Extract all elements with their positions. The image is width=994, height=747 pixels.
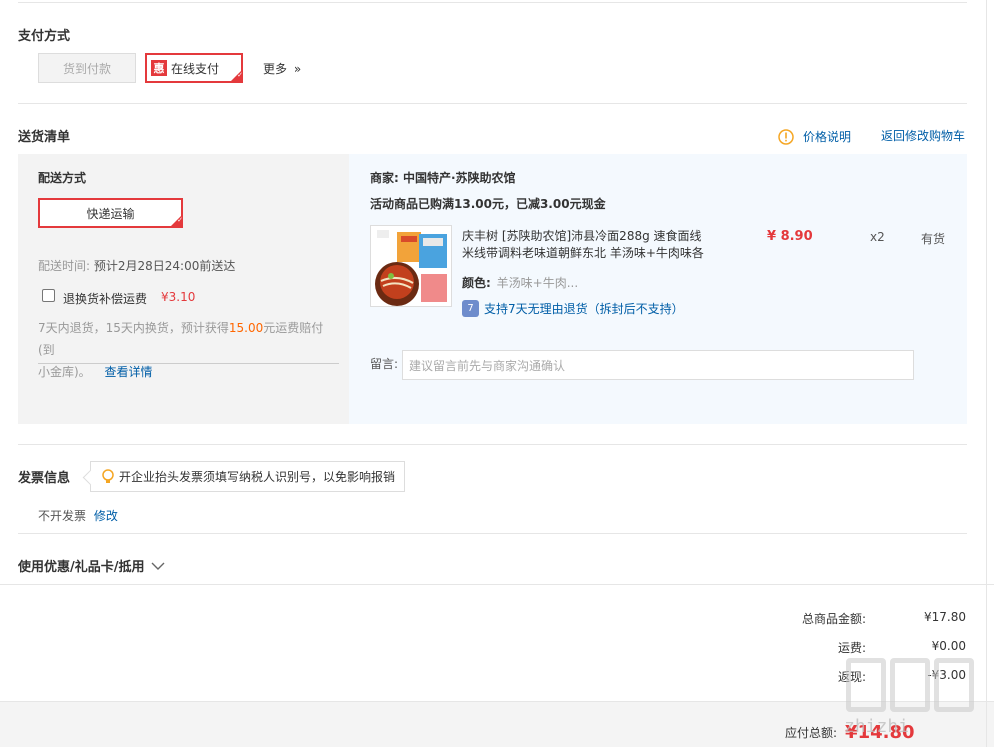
product-title-line1: 庆丰树 [苏陕助农馆]沛县冷面288g 速食面线 [462, 229, 702, 243]
cod-payment-button[interactable]: 货到付款 [38, 53, 136, 83]
delivery-section-title: 送货清单 [18, 130, 71, 145]
selected-check-icon [230, 70, 243, 82]
lightbulb-icon [102, 468, 114, 483]
summary-goods-label: 总商品金额: [801, 612, 866, 626]
return-policy: 7 支持7天无理由退货（拆封后不支持） [462, 300, 684, 317]
page-right-edge [986, 0, 987, 747]
product-stock-status: 有货 [921, 232, 946, 246]
warning-circle-icon [778, 128, 794, 145]
insurance-detail-link[interactable]: 查看详情 [105, 365, 153, 379]
delivery-method-title: 配送方式 [38, 171, 87, 185]
product-title-link[interactable]: 庆丰树 [苏陕助农馆]沛县冷面288g 速食面线 米线带调料老味道朝鲜东北 羊汤… [462, 228, 742, 262]
summary-shipping-row: 运费: ¥0.00 [776, 639, 966, 656]
delivery-time-label: 配送时间: [38, 259, 91, 273]
online-payment-button[interactable]: 惠 在线支付 [145, 53, 243, 83]
shop-name-value: 中国特产·苏陕助农馆 [403, 171, 516, 185]
summary-total-label: 应付总额: [785, 726, 838, 740]
delivery-time-value: 预计2月28日24:00前送达 [93, 259, 236, 273]
online-payment-label: 在线支付 [171, 61, 220, 76]
invoice-divider [18, 533, 967, 534]
coupon-toggle[interactable]: 使用优惠/礼品卡/抵用 [18, 556, 165, 575]
shop-name: 商家: 中国特产·苏陕助农馆 [370, 169, 516, 186]
express-delivery-button[interactable]: 快递运输 [38, 198, 183, 228]
express-delivery-label: 快递运输 [86, 206, 135, 221]
top-divider [18, 2, 967, 3]
note-placeholder: 建议留言前先与商家沟通确认 [409, 358, 566, 373]
product-title-line2: 米线带调料老味道朝鲜东北 羊汤味+牛肉味各 [462, 246, 704, 260]
delivery-panel-divider [38, 363, 339, 364]
note-input[interactable]: 建议留言前先与商家沟通确认 [402, 350, 914, 380]
price-info-label: 价格说明 [803, 130, 852, 144]
more-payment-link[interactable]: 更多 » [263, 60, 301, 77]
product-color-label: 颜色: [462, 276, 491, 290]
promo-text: 活动商品已购满13.00元，已减3.00元现金 [370, 197, 606, 211]
insurance-desc-part1: 7天内退货，15天内换货，预计获得 [38, 321, 229, 335]
note-label: 留言: [370, 357, 399, 371]
double-chevron-right-icon: » [293, 62, 302, 76]
invoice-value: 不开发票 修改 [38, 507, 118, 524]
insurance-highlight: 15.00 [228, 321, 264, 335]
delivery-divider [18, 444, 967, 445]
shop-prefix: 商家: [370, 171, 399, 185]
insurance-desc-part3: 小金库)。 [38, 365, 91, 379]
coupon-divider [0, 584, 994, 585]
cod-payment-label: 货到付款 [62, 61, 111, 76]
chevron-down-icon [151, 562, 164, 570]
summary-shipping-value: ¥0.00 [931, 639, 966, 653]
more-payment-label: 更多 [263, 62, 288, 76]
insurance-price: ¥3.10 [161, 290, 196, 304]
delivery-time: 配送时间: 预计2月28日24:00前送达 [38, 257, 235, 274]
product-color: 颜色: 羊汤味+牛肉... [462, 274, 578, 291]
return-policy-text: 支持7天无理由退货（拆封后不支持） [484, 302, 684, 316]
coupon-title: 使用优惠/礼品卡/抵用 [18, 560, 145, 575]
product-image-icon [371, 226, 451, 306]
product-price: ¥ 8.90 [767, 229, 813, 244]
delivery-method-panel [18, 154, 349, 424]
invoice-value-text: 不开发票 [38, 509, 87, 523]
summary-goods-value: ¥17.80 [924, 610, 966, 624]
product-color-value: 羊汤味+牛肉... [496, 276, 579, 290]
invoice-tip-text: 开企业抬头发票须填写纳税人识别号，以免影响报销 [119, 470, 396, 484]
payment-section-title: 支付方式 [18, 29, 71, 44]
watermark-logo-icon [846, 658, 986, 718]
return-badge-icon: 7 [462, 300, 479, 317]
back-to-cart-link[interactable]: 返回修改购物车 [881, 127, 965, 144]
payment-divider [18, 103, 967, 104]
discount-badge-icon: 惠 [151, 60, 167, 76]
watermark-text: zhizhi [844, 716, 910, 737]
insurance-checkbox[interactable] [42, 289, 55, 302]
insurance-label: 退换货补偿运费 [63, 292, 148, 306]
invoice-section-title: 发票信息 [18, 471, 71, 486]
insurance-description: 7天内退货，15天内换货，预计获得15.00元运费赔付(到 小金库)。 查看详情 [38, 317, 338, 383]
invoice-modify-link[interactable]: 修改 [94, 509, 118, 523]
summary-shipping-label: 运费: [837, 641, 866, 655]
selected-check-icon [170, 215, 183, 227]
invoice-tip: 开企业抬头发票须填写纳税人识别号，以免影响报销 [90, 461, 405, 492]
price-info-link[interactable]: 价格说明 [778, 128, 851, 145]
summary-goods-row: 总商品金额: ¥17.80 [776, 610, 966, 627]
product-quantity: x2 [870, 230, 885, 244]
product-thumbnail[interactable] [370, 225, 452, 307]
